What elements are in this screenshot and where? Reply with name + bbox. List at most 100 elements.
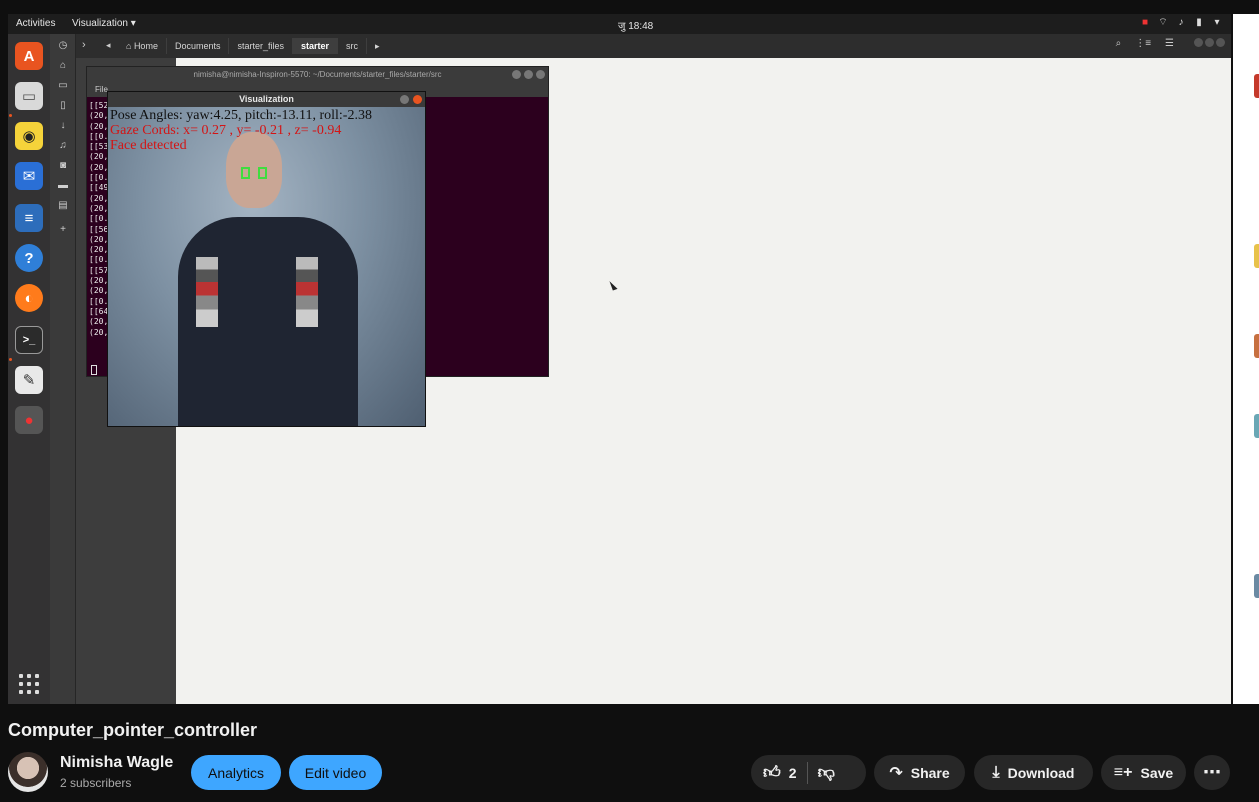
terminal-titlebar[interactable]: nimisha@nimisha-Inspiron-5570: ~/Documen… xyxy=(87,67,548,83)
like-dislike-group: 👍︎ 2 👎︎ xyxy=(751,755,866,790)
share-label: Share xyxy=(910,764,950,781)
chevron-down-icon: ▾ xyxy=(1214,16,1220,28)
terminal-line: [[0. xyxy=(89,131,109,141)
right-eye-box xyxy=(258,167,267,179)
avatar[interactable] xyxy=(8,752,48,792)
files-sidebar: ◷ ⌂ ▭ ▯ ↓ ♫ ◙ ▬ ▤ + xyxy=(50,34,76,704)
files-headerbar: ‹ › ◂ ⌂ Home Documents starter_files sta… xyxy=(50,34,1231,58)
visualization-titlebar[interactable]: Visualization xyxy=(108,92,425,107)
jacket-stripe xyxy=(196,257,218,327)
terminal-line: (20, xyxy=(89,152,109,162)
share-button[interactable]: ↷ Share xyxy=(874,755,965,790)
libreoffice-writer-icon[interactable]: ≡ xyxy=(15,204,43,232)
close-icon[interactable] xyxy=(413,95,422,104)
breadcrumb-starter-files[interactable]: starter_files xyxy=(229,38,294,54)
activities-button[interactable]: Activities xyxy=(16,18,55,29)
ubuntu-dock: A ▭ ◉ ✉ ≡ ? ◐ >_ ✎ ● xyxy=(8,34,50,704)
software-center-icon[interactable]: A xyxy=(15,42,43,70)
like-count[interactable]: 2 xyxy=(789,765,797,781)
sidebar-peek xyxy=(1233,14,1259,704)
download-button[interactable]: ⤓ Download xyxy=(974,755,1093,790)
terminal-line: (20, xyxy=(89,327,109,337)
pictures-icon[interactable]: ◙ xyxy=(57,160,69,172)
desktop-icon[interactable]: ▭ xyxy=(57,80,69,92)
pose-angles-text: Pose Angles: yaw:4.25, pitch:-13.11, rol… xyxy=(110,108,372,123)
terminal-line: [[0. xyxy=(89,214,109,224)
breadcrumb: ⌂ Home Documents starter_files starter s… xyxy=(118,38,388,54)
breadcrumb-starter[interactable]: starter xyxy=(293,38,339,54)
video-player[interactable]: Activities Visualization ▾ जु 18:48 ■ ⌔ … xyxy=(8,14,1231,704)
terminal-line: [[0. xyxy=(89,255,109,265)
home-icon[interactable]: ⌂ xyxy=(57,60,69,72)
terminal-line: [[56 xyxy=(89,224,109,234)
face-detected-text: Face detected xyxy=(110,138,187,153)
analytics-button[interactable]: Analytics xyxy=(191,755,281,790)
terminal-file-menu[interactable]: File xyxy=(95,85,108,94)
terminal-line: [[52 xyxy=(89,101,109,110)
divider xyxy=(806,761,808,784)
help-icon[interactable]: ? xyxy=(15,244,43,272)
firefox-icon[interactable]: ◐ xyxy=(15,284,43,312)
text-editor-icon[interactable]: ✎ xyxy=(15,366,43,394)
rhythmbox-icon[interactable]: ◉ xyxy=(15,122,43,150)
subscriber-count: 2 subscribers xyxy=(60,776,132,790)
running-indicator xyxy=(9,114,12,117)
forward-icon[interactable]: › xyxy=(82,39,86,51)
hamburger-menu-icon[interactable]: ☰ xyxy=(1165,38,1174,49)
running-indicator xyxy=(9,358,12,361)
record-icon: ■ xyxy=(1141,16,1149,28)
breadcrumb-src[interactable]: src xyxy=(338,38,368,54)
terminal-window-controls[interactable] xyxy=(512,70,545,79)
terminal-line: (20, xyxy=(89,193,109,203)
thunderbird-icon[interactable]: ✉ xyxy=(15,162,43,190)
path-right-icon[interactable]: ▸ xyxy=(367,38,388,54)
trash-icon[interactable]: ▤ xyxy=(57,200,69,212)
documents-icon[interactable]: ▯ xyxy=(57,100,69,112)
videos-icon[interactable]: ▬ xyxy=(57,180,69,192)
other-locations-icon[interactable]: + xyxy=(57,224,69,236)
recent-icon[interactable]: ◷ xyxy=(57,40,69,52)
visualization-app-icon[interactable]: ● xyxy=(15,406,43,434)
terminal-line: [[0. xyxy=(89,296,109,306)
download-label: Download xyxy=(1007,764,1075,781)
volume-icon: ♪ xyxy=(1178,16,1184,28)
share-icon: ↷ xyxy=(889,764,903,782)
terminal-line: (20, xyxy=(89,234,109,244)
search-icon[interactable]: ⌕ xyxy=(1116,38,1122,49)
person-head xyxy=(226,132,282,208)
breadcrumb-home[interactable]: ⌂ Home xyxy=(118,38,167,54)
edit-video-button[interactable]: Edit video xyxy=(289,755,382,790)
downloads-icon[interactable]: ↓ xyxy=(57,120,69,132)
more-actions-button[interactable]: ⋯ xyxy=(1194,755,1230,790)
terminal-line: (20, xyxy=(89,276,109,286)
terminal-line: (20, xyxy=(89,203,109,213)
webcam-frame: Pose Angles: yaw:4.25, pitch:-13.11, rol… xyxy=(108,107,425,426)
save-playlist-icon: ≡+ xyxy=(1113,763,1133,781)
show-applications-icon[interactable] xyxy=(19,674,39,694)
system-tray[interactable]: ■ ⌔ ♪ ▮ ▾ xyxy=(1139,16,1223,28)
visualization-window[interactable]: Visualization Pose Angles: yaw:4.25, pit… xyxy=(107,91,426,427)
dislike-icon[interactable]: 👎︎ xyxy=(818,762,835,783)
like-icon[interactable]: 👍︎ xyxy=(763,762,781,783)
terminal-line: [[0. xyxy=(89,173,109,183)
clock[interactable]: जु 18:48 xyxy=(618,18,653,32)
files-toolbar: ⌕ ⋮≡ ☰ xyxy=(1116,38,1225,49)
channel-name[interactable]: Nimisha Wagle xyxy=(60,754,173,772)
window-controls[interactable] xyxy=(1194,38,1225,49)
music-icon[interactable]: ♫ xyxy=(57,140,69,152)
minimize-icon[interactable] xyxy=(400,95,409,104)
view-options-icon[interactable]: ⋮≡ xyxy=(1135,38,1151,49)
terminal-line: [[57 xyxy=(89,265,109,275)
jacket-stripe xyxy=(296,257,318,327)
terminal-icon[interactable]: >_ xyxy=(15,326,43,354)
terminal-line: (20, xyxy=(89,162,109,172)
terminal-title: nimisha@nimisha-Inspiron-5570: ~/Documen… xyxy=(193,70,442,79)
files-manager-icon[interactable]: ▭ xyxy=(15,82,43,110)
gnome-top-bar: Activities Visualization ▾ जु 18:48 ■ ⌔ … xyxy=(8,14,1231,34)
left-eye-box xyxy=(241,167,250,179)
save-button[interactable]: ≡+ Save xyxy=(1101,755,1186,790)
path-left-icon[interactable]: ◂ xyxy=(106,40,111,51)
terminal-line: [[64 xyxy=(89,306,109,316)
breadcrumb-documents[interactable]: Documents xyxy=(167,38,230,54)
app-menu[interactable]: Visualization ▾ xyxy=(72,18,136,29)
